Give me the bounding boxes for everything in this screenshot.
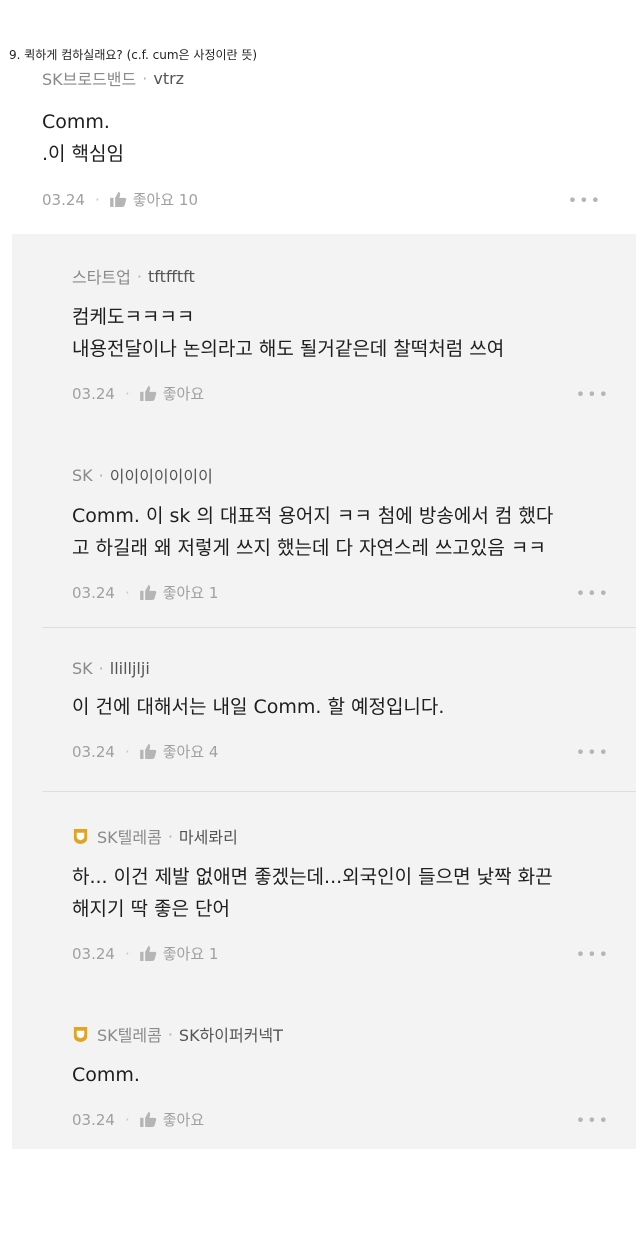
reply-list: 스타트업 · tftfftft 컴케도ㅋㅋㅋㅋ 내용전달이나 논의라고 해도 될… bbox=[12, 234, 636, 1149]
author-nickname: SK하이퍼커넥T bbox=[178, 1026, 283, 1045]
comment-date: 03.24 bbox=[42, 190, 85, 209]
thumbs-up-icon bbox=[139, 386, 157, 401]
author-nickname: vtrz bbox=[153, 68, 185, 88]
more-options-icon[interactable]: ••• bbox=[576, 742, 610, 761]
comment-author[interactable]: SK텔레콤 · SK하이퍼커넥T bbox=[72, 1022, 610, 1046]
comment-line: 고 하길래 왜 저렇게 쓰지 했는데 다 자연스레 쓰고있음 ㅋㅋ bbox=[72, 537, 546, 559]
comment-footer: 03.24 · 좋아요 4 ••• bbox=[72, 741, 610, 762]
reply-item: SK · 이이이이이이이 Comm. 이 sk 의 대표적 용어지 ㅋㅋ 첨에 … bbox=[72, 463, 610, 603]
author-nickname: llilljlji bbox=[109, 659, 150, 678]
reply-item: SK텔레콤 · 마세롸리 하... 이건 제발 없애면 좋겠는데...외국인이 … bbox=[72, 824, 610, 964]
comment-body: Comm. 이 sk 의 대표적 용어지 ㅋㅋ 첨에 방송에서 컴 했다 고 하… bbox=[72, 500, 610, 564]
footer-separator: · bbox=[124, 583, 130, 602]
like-label: 좋아요 10 bbox=[132, 191, 198, 209]
comment-line: 컴케도ㅋㅋㅋㅋ bbox=[72, 306, 195, 328]
thumbs-up-icon bbox=[139, 744, 157, 759]
author-nickname: 마세롸리 bbox=[178, 828, 238, 847]
footer-separator: · bbox=[124, 742, 130, 761]
author-affiliation: SK bbox=[72, 465, 93, 485]
reply-item: 스타트업 · tftfftft 컴케도ㅋㅋㅋㅋ 내용전달이나 논의라고 해도 될… bbox=[72, 264, 610, 404]
comment-footer: 03.24 · 좋아요 1 ••• bbox=[72, 943, 610, 964]
author-affiliation: SK브로드밴드 bbox=[42, 70, 137, 89]
comment-footer: 03.24 · 좋아요 ••• bbox=[72, 1109, 610, 1130]
reply-divider bbox=[42, 627, 636, 628]
comment-line: .이 핵심임 bbox=[42, 143, 124, 165]
footer-separator: · bbox=[124, 1110, 130, 1129]
comment-author[interactable]: SK브로드밴드 · vtrz bbox=[42, 66, 602, 90]
meta-separator: · bbox=[98, 465, 104, 485]
meta-separator: · bbox=[142, 68, 148, 88]
meta-separator: · bbox=[136, 266, 142, 286]
reply-item: SK텔레콤 · SK하이퍼커넥T Comm. 03.24 · 좋아요 ••• bbox=[72, 1022, 610, 1130]
footer-separator: · bbox=[94, 190, 100, 209]
author-nickname: 이이이이이이이 bbox=[109, 467, 213, 486]
verified-badge-icon bbox=[73, 828, 88, 844]
comment-date: 03.24 bbox=[72, 944, 115, 963]
reply-item: SK · llilljlji 이 건에 대해서는 내일 Comm. 할 예정입니… bbox=[72, 659, 610, 762]
more-options-icon[interactable]: ••• bbox=[576, 583, 610, 602]
verified-badge-icon bbox=[73, 1026, 88, 1042]
comment-line: Comm. bbox=[72, 1064, 140, 1086]
like-button[interactable]: 좋아요 4 bbox=[139, 741, 219, 762]
meta-separator: · bbox=[98, 659, 104, 678]
comment-date: 03.24 bbox=[72, 583, 115, 602]
author-affiliation: SK텔레콤 bbox=[97, 828, 162, 847]
footer-separator: · bbox=[124, 384, 130, 403]
comment-body: Comm. bbox=[72, 1059, 610, 1091]
comment-line: 하... 이건 제발 없애면 좋겠는데...외국인이 들으면 낯짝 화끈 bbox=[72, 866, 553, 888]
comment-footer: 03.24 · 좋아요 10 ••• bbox=[42, 189, 602, 210]
comment-date: 03.24 bbox=[72, 1110, 115, 1129]
comment-author[interactable]: SK · 이이이이이이이 bbox=[72, 463, 610, 487]
like-label: 좋아요 4 bbox=[162, 743, 219, 761]
more-options-icon[interactable]: ••• bbox=[576, 384, 610, 403]
like-label: 좋아요 1 bbox=[162, 945, 219, 963]
comment-date: 03.24 bbox=[72, 742, 115, 761]
more-options-icon[interactable]: ••• bbox=[576, 944, 610, 963]
author-affiliation: SK텔레콤 bbox=[97, 1026, 162, 1045]
comment-line: 이 건에 대해서는 내일 Comm. 할 예정입니다. bbox=[72, 696, 445, 718]
comment-footer: 03.24 · 좋아요 1 ••• bbox=[72, 582, 610, 603]
author-affiliation: SK bbox=[72, 659, 93, 678]
more-options-icon[interactable]: ••• bbox=[576, 1110, 610, 1129]
comment-author[interactable]: SK텔레콤 · 마세롸리 bbox=[72, 824, 610, 848]
like-button[interactable]: 좋아요 1 bbox=[139, 582, 219, 603]
comment-author[interactable]: 스타트업 · tftfftft bbox=[72, 264, 610, 288]
main-comment: SK브로드밴드 · vtrz Comm. .이 핵심임 03.24 · 좋아요 … bbox=[42, 66, 602, 210]
author-nickname: tftfftft bbox=[147, 266, 195, 286]
like-button[interactable]: 좋아요 1 bbox=[139, 943, 219, 964]
like-button[interactable]: 좋아요 bbox=[139, 383, 205, 404]
comment-body: 이 건에 대해서는 내일 Comm. 할 예정입니다. bbox=[72, 691, 610, 723]
post-caption: 9. 퀵하게 컴하실래요? (c.f. cum은 사정이란 뜻) bbox=[9, 48, 258, 62]
comment-body: 하... 이건 제발 없애면 좋겠는데...외국인이 들으면 낯짝 화끈 해지기… bbox=[72, 861, 610, 925]
thumbs-up-icon bbox=[139, 1112, 157, 1127]
meta-separator: · bbox=[167, 1024, 173, 1044]
like-button[interactable]: 좋아요 10 bbox=[109, 189, 198, 210]
like-label: 좋아요 1 bbox=[162, 584, 219, 602]
comment-body: 컴케도ㅋㅋㅋㅋ 내용전달이나 논의라고 해도 될거같은데 찰떡처럼 쓰여 bbox=[72, 301, 610, 365]
comment-line: 해지기 딱 좋은 단어 bbox=[72, 898, 230, 920]
comment-author[interactable]: SK · llilljlji bbox=[72, 659, 610, 678]
comment-date: 03.24 bbox=[72, 384, 115, 403]
like-button[interactable]: 좋아요 bbox=[139, 1109, 205, 1130]
author-affiliation: 스타트업 bbox=[72, 268, 131, 287]
reply-divider bbox=[42, 791, 636, 792]
comment-line: Comm. bbox=[42, 111, 110, 133]
like-label: 좋아요 bbox=[162, 385, 205, 403]
thumbs-up-icon bbox=[139, 585, 157, 600]
comment-footer: 03.24 · 좋아요 ••• bbox=[72, 383, 610, 404]
more-options-icon[interactable]: ••• bbox=[568, 190, 602, 209]
comment-line: Comm. 이 sk 의 대표적 용어지 ㅋㅋ 첨에 방송에서 컴 했다 bbox=[72, 505, 554, 527]
thumbs-up-icon bbox=[139, 946, 157, 961]
like-label: 좋아요 bbox=[162, 1111, 205, 1129]
footer-separator: · bbox=[124, 944, 130, 963]
comment-line: 내용전달이나 논의라고 해도 될거같은데 찰떡처럼 쓰여 bbox=[72, 338, 505, 360]
comment-body: Comm. .이 핵심임 bbox=[42, 106, 602, 170]
meta-separator: · bbox=[167, 826, 173, 846]
thumbs-up-icon bbox=[109, 192, 127, 207]
